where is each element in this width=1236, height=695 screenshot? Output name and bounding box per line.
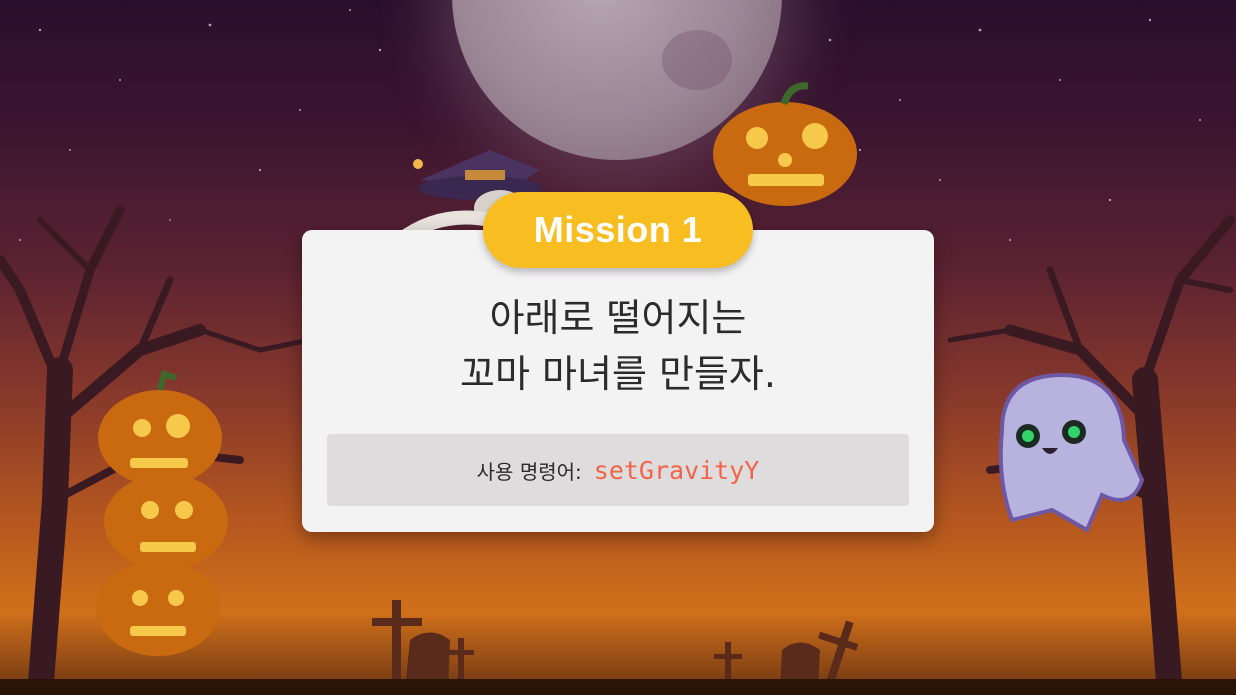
mission-title-line-1: 아래로 떨어지는: [489, 296, 747, 340]
mission-title: 아래로 떨어지는 꼬마 마녀를 만들자.: [302, 290, 934, 402]
ground: [0, 679, 1236, 695]
mission-badge: Mission 1: [483, 192, 753, 268]
pumpkin-stack-icon: [96, 370, 228, 656]
mission-title-line-2: 꼬마 마녀를 만들자.: [460, 352, 776, 396]
ghost-icon: [998, 372, 1145, 533]
grave-cross-icon: [392, 600, 401, 690]
command-label: 사용 명령어:: [476, 459, 582, 484]
command-box: 사용 명령어: setGravityY: [327, 434, 909, 506]
command-code: setGravityY: [593, 455, 760, 485]
pumpkin-icon: [713, 82, 857, 206]
